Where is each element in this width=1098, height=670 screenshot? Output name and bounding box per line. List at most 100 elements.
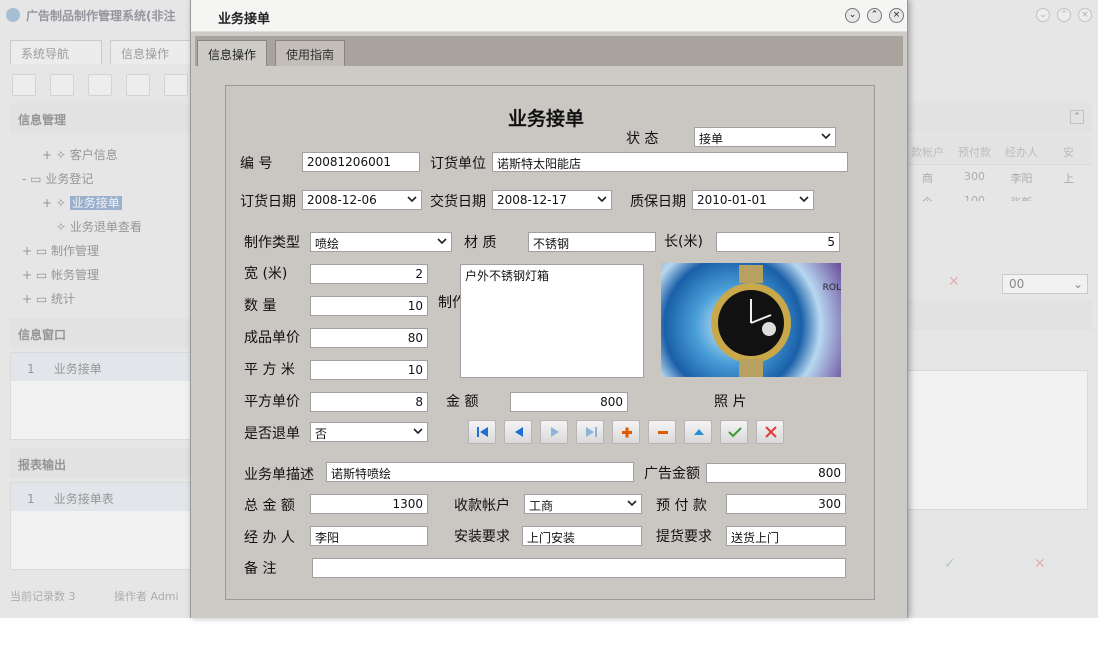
bg-right-section — [904, 300, 1092, 330]
customer-input[interactable]: 诺斯特太阳能店 — [492, 152, 848, 172]
tree-item-accounts[interactable]: + ▭ 帐务管理 — [22, 266, 99, 283]
order-date-value: 2008-12-06 — [307, 193, 377, 207]
unit-price-label: 成品单价 — [244, 330, 300, 346]
list-item[interactable]: 1 业务接单表 — [11, 483, 191, 511]
product-photo[interactable]: ROL — [661, 263, 841, 377]
bg-cancel-icon[interactable]: ✕ — [948, 274, 960, 290]
delivery-date-label: 交货日期 — [430, 194, 486, 210]
account-label: 收款帐户 — [454, 498, 510, 514]
grid-header: 款帐户 预付款 经办人 安 — [904, 137, 1092, 165]
add-record-button[interactable] — [612, 420, 640, 444]
amount-input[interactable]: 800 — [510, 392, 628, 412]
width-input[interactable]: 2 — [310, 264, 428, 284]
total-input[interactable]: 1300 — [310, 494, 428, 514]
bg-delete-icon[interactable]: ✕ — [1034, 556, 1046, 572]
table-row[interactable]: 企 100 张新 — [904, 189, 1092, 201]
prepay-input[interactable]: 300 — [726, 494, 846, 514]
description-input[interactable]: 诺斯特喷绘 — [326, 462, 634, 482]
order-date-picker[interactable]: 2008-12-06 — [302, 190, 422, 210]
bg-maximize-button[interactable]: ⌃ — [1057, 8, 1071, 22]
account-select[interactable]: 工商 — [524, 494, 642, 514]
last-record-button[interactable] — [576, 420, 604, 444]
first-record-button[interactable] — [468, 420, 496, 444]
bg-tool-search-icon[interactable] — [12, 74, 36, 96]
remarks-input[interactable] — [312, 558, 846, 578]
production-label: 制作 — [438, 295, 460, 311]
tree-item-stats[interactable]: + ▭ 统计 — [22, 290, 75, 307]
production-textarea[interactable]: 户外不锈钢灯箱 — [460, 264, 644, 378]
bg-select[interactable]: 00 ⌄ — [1002, 274, 1088, 294]
bg-tool-doc-icon[interactable] — [88, 74, 112, 96]
grid-cell: 100 — [964, 194, 985, 201]
row-label: 业务接单 — [53, 362, 102, 376]
confirm-button[interactable] — [720, 420, 748, 444]
length-label: 长(米) — [664, 234, 703, 250]
row-number: 1 — [27, 492, 35, 506]
bg-minimize-button[interactable]: ⌄ — [1036, 8, 1050, 22]
bg-close-button[interactable]: × — [1078, 8, 1092, 22]
bg-tool-user-icon[interactable] — [126, 74, 150, 96]
ad-amount-input[interactable]: 800 — [706, 463, 846, 483]
number-input[interactable]: 20081206001 — [302, 152, 420, 172]
tree-item-production[interactable]: + ▭ 制作管理 — [22, 242, 99, 259]
folder-icon: ▭ — [35, 268, 48, 282]
dialog-titlebar[interactable]: 业务接单 ⌄ ⌃ × — [191, 0, 907, 32]
folder-icon: ▭ — [35, 292, 48, 306]
is-returned-value: 否 — [315, 427, 328, 441]
dialog-maximize-button[interactable]: ⌃ — [867, 8, 882, 23]
customer-label: 订货单位 — [430, 156, 486, 172]
tree-item-return-view[interactable]: ✧ 业务退单查看 — [56, 218, 142, 235]
is-returned-select[interactable]: 否 — [310, 422, 428, 442]
sqm-price-input[interactable]: 8 — [310, 392, 428, 412]
prev-record-button[interactable] — [504, 420, 532, 444]
bg-section-info-mgmt: 信息管理 — [10, 103, 192, 133]
make-type-select[interactable]: 喷绘 — [310, 232, 452, 252]
grid-header-cell: 款帐户 — [911, 146, 944, 159]
square-meters-label: 平 方 米 — [244, 362, 295, 378]
dialog-close-button[interactable]: × — [889, 8, 904, 23]
chevron-down-icon — [407, 196, 417, 203]
collapse-icon[interactable]: ⌃ — [1070, 110, 1084, 124]
list-item[interactable]: 1 业务接单 — [11, 353, 191, 381]
bg-tool-window-icon[interactable] — [164, 74, 188, 96]
table-row[interactable]: 商 300 李阳 上 — [904, 165, 1092, 189]
unit-price-input[interactable]: 80 — [310, 328, 428, 348]
tree-item-order[interactable]: + ✧ 业务接单 — [42, 194, 122, 211]
chevron-down-icon: ⌄ — [1072, 277, 1083, 291]
tree-item-label: 制作管理 — [51, 244, 100, 258]
length-input[interactable]: 5 — [716, 232, 840, 252]
grid-header-cell: 安 — [1063, 146, 1074, 159]
cancel-button[interactable] — [756, 420, 784, 444]
square-meters-input[interactable]: 10 — [310, 360, 428, 380]
minus-icon — [658, 431, 668, 434]
next-record-button[interactable] — [540, 420, 568, 444]
chevron-down-icon — [799, 196, 809, 203]
bg-tab-info[interactable]: 信息操作 — [110, 40, 192, 64]
chevron-down-icon — [627, 500, 637, 507]
warranty-date-picker[interactable]: 2010-01-01 — [692, 190, 814, 210]
install-input[interactable]: 上门安装 — [522, 526, 642, 546]
chevron-down-icon — [821, 133, 831, 140]
handler-input[interactable]: 李阳 — [310, 526, 428, 546]
bg-tool-list-icon[interactable] — [50, 74, 74, 96]
tree-item-registration[interactable]: - ▭ 业务登记 — [22, 170, 93, 187]
dialog-minimize-button[interactable]: ⌄ — [845, 8, 860, 23]
status-records: 当前记录数 3 — [10, 590, 76, 603]
edit-record-button[interactable] — [684, 420, 712, 444]
row-number: 1 — [27, 362, 35, 376]
bg-confirm-icon[interactable]: ✓ — [944, 556, 956, 572]
delete-record-button[interactable] — [648, 420, 676, 444]
tab-info-operation[interactable]: 信息操作 — [197, 40, 268, 66]
bg-tab-nav[interactable]: 系统导航 — [10, 40, 102, 64]
delivery-date-value: 2008-12-17 — [497, 193, 567, 207]
material-label: 材 质 — [464, 235, 497, 251]
status-select[interactable]: 接单 — [694, 127, 836, 147]
delivery-date-picker[interactable]: 2008-12-17 — [492, 190, 612, 210]
tree-item-customer[interactable]: + ✧ 客户信息 — [42, 146, 118, 163]
row-label: 业务接单表 — [53, 492, 114, 506]
quantity-input[interactable]: 10 — [310, 296, 428, 316]
ad-amount-label: 广告金额 — [644, 466, 700, 482]
material-input[interactable]: 不锈钢 — [528, 232, 656, 252]
pickup-input[interactable]: 送货上门 — [726, 526, 846, 546]
tab-user-guide[interactable]: 使用指南 — [275, 40, 346, 66]
